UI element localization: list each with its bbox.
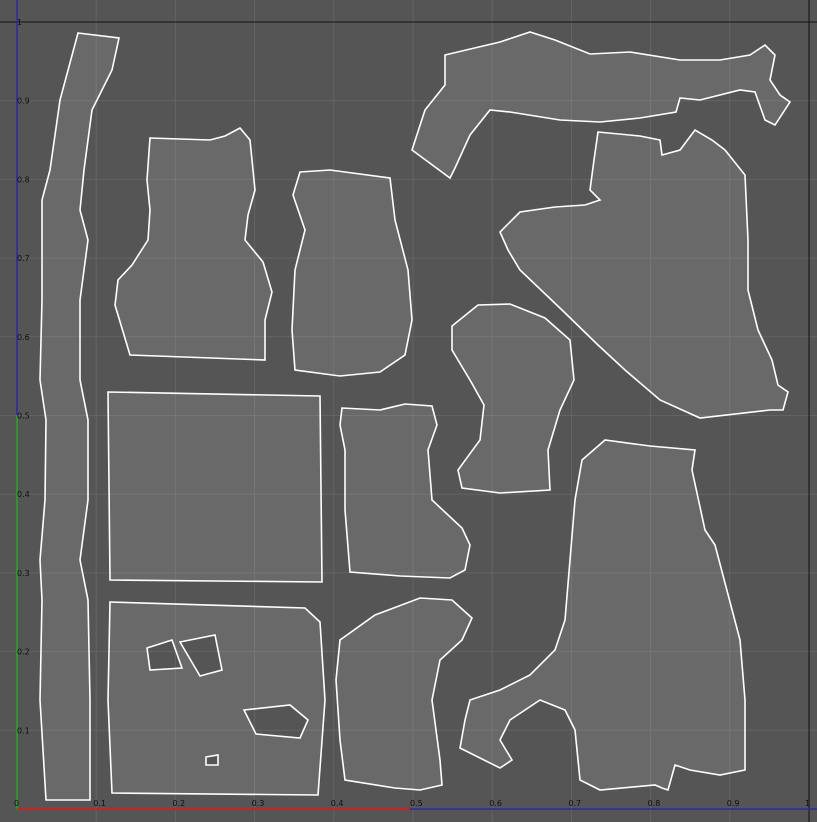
v-tick-label: 0.4 [17, 490, 30, 499]
v-tick-label: 0.2 [17, 648, 30, 657]
u-tick-label: 0.4 [331, 799, 344, 808]
v-tick-label: 0.7 [17, 254, 30, 263]
u-tick-label: 0.9 [727, 799, 740, 808]
u-tick-label: 1 [805, 799, 810, 808]
v-tick-label: 0.8 [17, 175, 30, 184]
u-tick-label: 0.7 [568, 799, 581, 808]
u-tick-label: 0.3 [252, 799, 265, 808]
v-tick-label: 1 [17, 18, 22, 27]
u-tick-label: 0.8 [648, 799, 661, 808]
v-tick-label: 0.9 [17, 97, 30, 106]
u-tick-label: 0.5 [410, 799, 423, 808]
v-tick-label: 0.5 [17, 412, 30, 421]
u-tick-label: 0.1 [93, 799, 106, 808]
u-tick-label: 0.6 [489, 799, 502, 808]
v-tick-label: 0.6 [17, 333, 30, 342]
u-tick-label: 0 [14, 799, 19, 808]
uv-editor-viewport[interactable]: 0 0.1 0.2 0.3 0.4 0.5 0.6 0.7 0.8 0.9 1 0.1 0.2 0.3 0.… [0, 0, 817, 822]
v-tick-label: 0.3 [17, 569, 30, 578]
square-panel-island[interactable] [107, 391, 323, 583]
u-tick-label: 0.2 [172, 799, 185, 808]
holed-panel-island[interactable] [107, 601, 326, 796]
v-tick-label: 0.1 [17, 726, 30, 735]
